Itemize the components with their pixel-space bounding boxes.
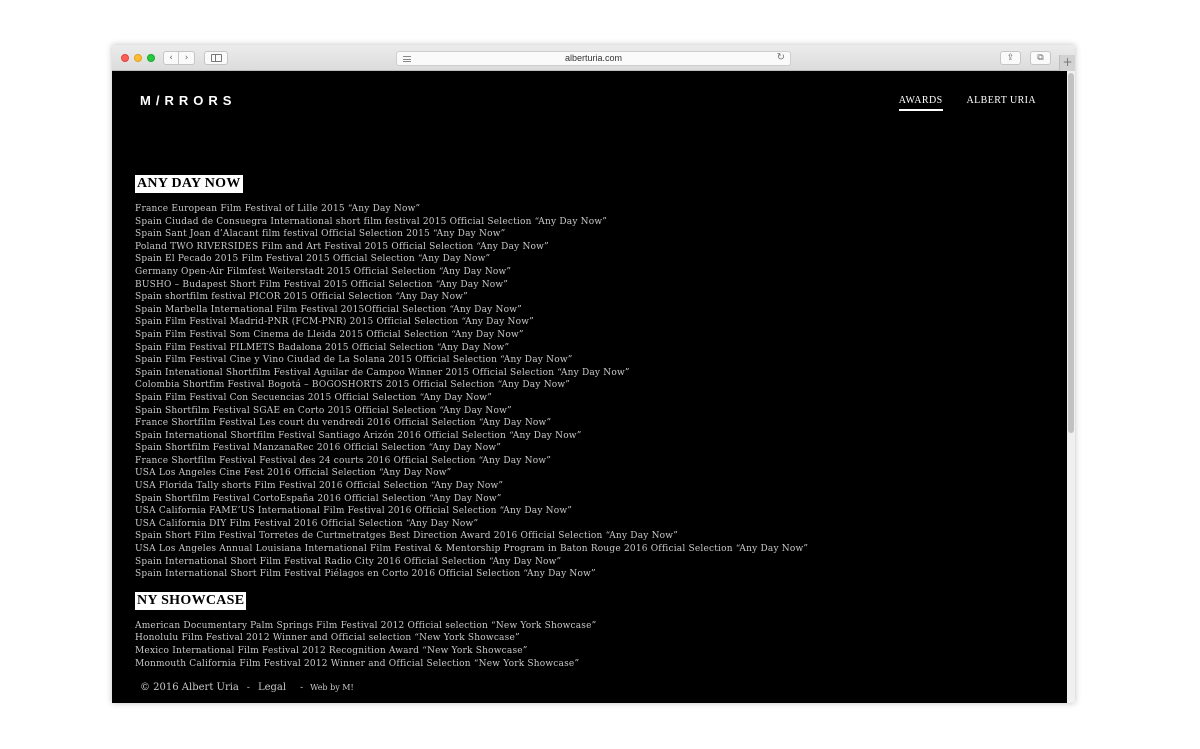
nav-albert-uria[interactable]: ALBERT URIA xyxy=(967,95,1036,111)
award-item: Colombia Shortfim Festival Bogotá – BOGO… xyxy=(135,380,571,391)
award-item: American Documentary Palm Springs Film F… xyxy=(135,620,597,631)
footer-separator: - xyxy=(246,682,250,693)
browser-window: ‹ › alberturia.com ↻ ⇪ ⧉ + M/RRORS AWARD… xyxy=(112,45,1075,703)
award-item: Spain International Short Film Festival … xyxy=(135,569,596,580)
award-item: Poland TWO RIVERSIDES Film and Art Festi… xyxy=(135,241,549,252)
section-title: ANY DAY NOW xyxy=(135,175,243,193)
site-footer: © 2016 Albert Uria - Legal - Web by M! xyxy=(140,682,354,693)
web-by-link[interactable]: Web by M! xyxy=(310,683,354,692)
award-item: France European Film Festival of Lille 2… xyxy=(135,204,421,214)
award-item: Spain Film Festival FILMETS Badalona 201… xyxy=(135,342,510,353)
section-any-day-now: ANY DAY NOW France European Film Festiva… xyxy=(135,174,1055,581)
minimize-window-button[interactable] xyxy=(134,54,142,62)
award-item: Spain El Pecado 2015 Film Festival 2015 … xyxy=(135,254,491,265)
award-item: Spain Short Film Festival Torretes de Cu… xyxy=(135,531,679,542)
award-item: Spain International Shortfilm Festival S… xyxy=(135,430,582,441)
share-icon: ⇪ xyxy=(1006,53,1015,63)
award-item: Spain Shortfilm Festival SGAE en Corto 2… xyxy=(135,405,512,416)
chevron-left-icon: ‹ xyxy=(169,53,173,63)
award-item: Spain Film Festival Som Cinema de Lleida… xyxy=(135,329,524,340)
award-item: Germany Open-Air Filmfest Weiterstadt 20… xyxy=(135,266,512,277)
award-item: USA Los Angeles Annual Louisiana Interna… xyxy=(135,544,809,555)
award-item: Spain Film Festival Cine y Vino Ciudad d… xyxy=(135,355,573,366)
award-item: USA Florida Tally shorts Film Festival 2… xyxy=(135,481,504,492)
address-bar[interactable]: alberturia.com ↻ xyxy=(396,51,791,66)
awards-list: American Documentary Palm Springs Film F… xyxy=(135,620,1055,669)
award-item: BUSHO – Budapest Short Film Festival 201… xyxy=(135,279,509,290)
main-nav: AWARDS ALBERT URIA xyxy=(898,95,1036,111)
sidebar-icon xyxy=(211,54,222,62)
share-button[interactable]: ⇪ xyxy=(1000,51,1021,65)
award-item: Spain Film Festival Madrid-PNR (FCM-PNR)… xyxy=(135,317,534,328)
award-item: USA California DIY Film Festival 2016 Of… xyxy=(135,518,479,529)
sidebar-toggle-button[interactable] xyxy=(204,51,228,65)
reload-icon[interactable]: ↻ xyxy=(777,52,785,63)
awards-list: France European Film Festival of Lille 2… xyxy=(135,203,1055,581)
legal-link[interactable]: Legal xyxy=(258,682,286,693)
award-item: Spain Film Festival Con Secuencias 2015 … xyxy=(135,392,493,403)
back-button[interactable]: ‹ xyxy=(163,51,179,65)
forward-button[interactable]: › xyxy=(179,51,195,65)
close-window-button[interactable] xyxy=(121,54,129,62)
scrollbar-thumb[interactable] xyxy=(1068,73,1074,433)
award-item: Spain International Short Film Festival … xyxy=(135,556,562,567)
footer-separator: - xyxy=(300,682,304,693)
award-item: Spain Marbella International Film Festiv… xyxy=(135,304,522,315)
section-title: NY SHOWCASE xyxy=(135,591,247,610)
awards-content: ANY DAY NOW France European Film Festiva… xyxy=(135,174,1055,669)
award-item: France Shortfilm Festival Les court du v… xyxy=(135,418,552,429)
new-tab-button[interactable]: + xyxy=(1059,55,1075,71)
tabs-icon: ⧉ xyxy=(1037,53,1044,63)
section-ny-showcase: NY SHOWCASE American Documentary Palm Sp… xyxy=(135,591,1055,669)
browser-toolbar: ‹ › alberturia.com ↻ ⇪ ⧉ + xyxy=(112,45,1075,71)
award-item: Spain Intenational Shortfilm Festival Ag… xyxy=(135,367,630,378)
site-logo[interactable]: M/RRORS xyxy=(140,93,236,108)
url-text: alberturia.com xyxy=(564,53,623,63)
award-item: Monmouth California Film Festival 2012 W… xyxy=(135,658,580,669)
award-item: France Shortfilm Festival Festival des 2… xyxy=(135,455,552,466)
award-item: Spain Sant Joan d’Alacant film festival … xyxy=(135,229,506,240)
page-viewport: M/RRORS AWARDS ALBERT URIA ANY DAY NOW F… xyxy=(112,71,1075,703)
award-item: Spain Shortfilm Festival ManzanaRec 2016… xyxy=(135,443,502,454)
footer-copyright: © 2016 Albert Uria xyxy=(140,682,239,693)
award-item: USA Los Angeles Cine Fest 2016 Official … xyxy=(135,468,452,479)
award-item: USA California FAME’US International Fil… xyxy=(135,506,573,517)
award-item: Mexico International Film Festival 2012 … xyxy=(135,646,528,656)
show-tabs-button[interactable]: ⧉ xyxy=(1030,51,1051,65)
plus-icon: + xyxy=(1062,55,1073,69)
award-item: Spain Shortfilm Festival CortoEspaña 201… xyxy=(135,493,502,504)
nav-awards[interactable]: AWARDS xyxy=(898,95,943,111)
vertical-scrollbar[interactable] xyxy=(1067,71,1075,703)
award-item: Spain Ciudad de Consuegra International … xyxy=(135,216,608,227)
award-item: Spain shortfilm festival PICOR 2015 Offi… xyxy=(135,292,468,303)
chevron-right-icon: › xyxy=(184,53,189,63)
maximize-window-button[interactable] xyxy=(147,54,155,62)
award-item: Honolulu Film Festival 2012 Winner and O… xyxy=(135,633,520,644)
